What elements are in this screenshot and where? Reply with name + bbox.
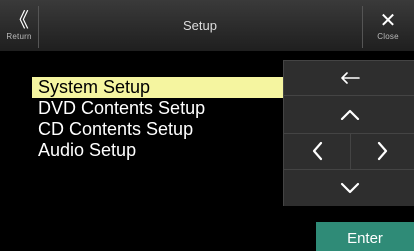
header-bar: 《 Return Setup ✕ Close — [0, 0, 414, 51]
close-icon: ✕ — [379, 8, 397, 32]
up-button[interactable] — [284, 95, 414, 133]
chevron-right-icon — [377, 141, 389, 161]
chevron-up-icon — [340, 108, 360, 120]
chevron-left-icon — [311, 141, 323, 161]
setup-screen: 《 Return Setup ✕ Close System Setup DVD … — [0, 0, 414, 251]
back-button[interactable] — [284, 61, 414, 95]
navigation-pad — [283, 60, 414, 206]
return-button[interactable]: 《 Return — [0, 0, 38, 51]
left-button[interactable] — [284, 133, 350, 169]
page-title: Setup — [183, 18, 217, 33]
right-button[interactable] — [350, 133, 414, 169]
double-chevron-left-icon: 《 — [9, 8, 29, 32]
chevron-down-icon — [340, 182, 360, 194]
down-button[interactable] — [284, 169, 414, 206]
close-button[interactable]: ✕ Close — [362, 0, 414, 51]
back-arrow-icon — [340, 72, 360, 84]
enter-button[interactable]: Enter — [316, 222, 414, 251]
return-label: Return — [6, 32, 32, 41]
close-label: Close — [377, 32, 399, 41]
